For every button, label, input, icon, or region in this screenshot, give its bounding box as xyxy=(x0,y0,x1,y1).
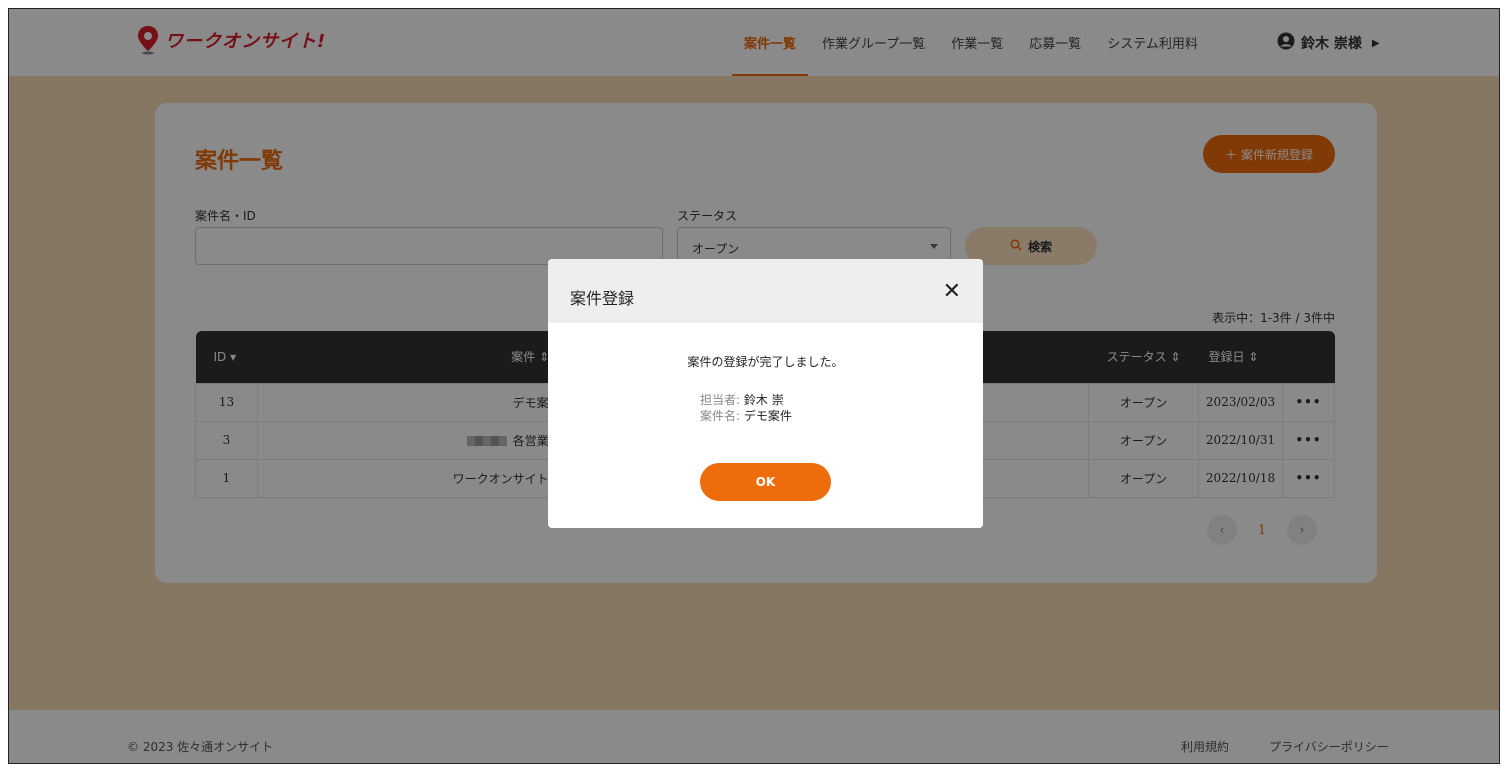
close-icon[interactable]: ✕ xyxy=(943,279,961,304)
registration-complete-dialog: 案件登録 ✕ 案件の登録が完了しました。 担当者: 鈴木 崇 案件名: デモ案件… xyxy=(548,259,983,528)
dialog-title: 案件登録 xyxy=(570,289,635,308)
project-name-value: デモ案件 xyxy=(743,409,792,423)
dialog-message: 案件の登録が完了しました。 xyxy=(687,355,844,369)
ok-button[interactable]: OK xyxy=(700,463,831,501)
dialog-header: 案件登録 ✕ xyxy=(548,259,983,323)
project-name-label: 案件名: xyxy=(700,409,741,423)
dialog-details: 担当者: 鈴木 崇 案件名: デモ案件 xyxy=(700,392,792,424)
app-frame: ワークオンサイト! 案件一覧 作業グループ一覧 作業一覧 応募一覧 システム利用… xyxy=(8,8,1500,764)
assignee-value: 鈴木 崇 xyxy=(743,393,784,407)
assignee-label: 担当者: xyxy=(700,393,741,407)
